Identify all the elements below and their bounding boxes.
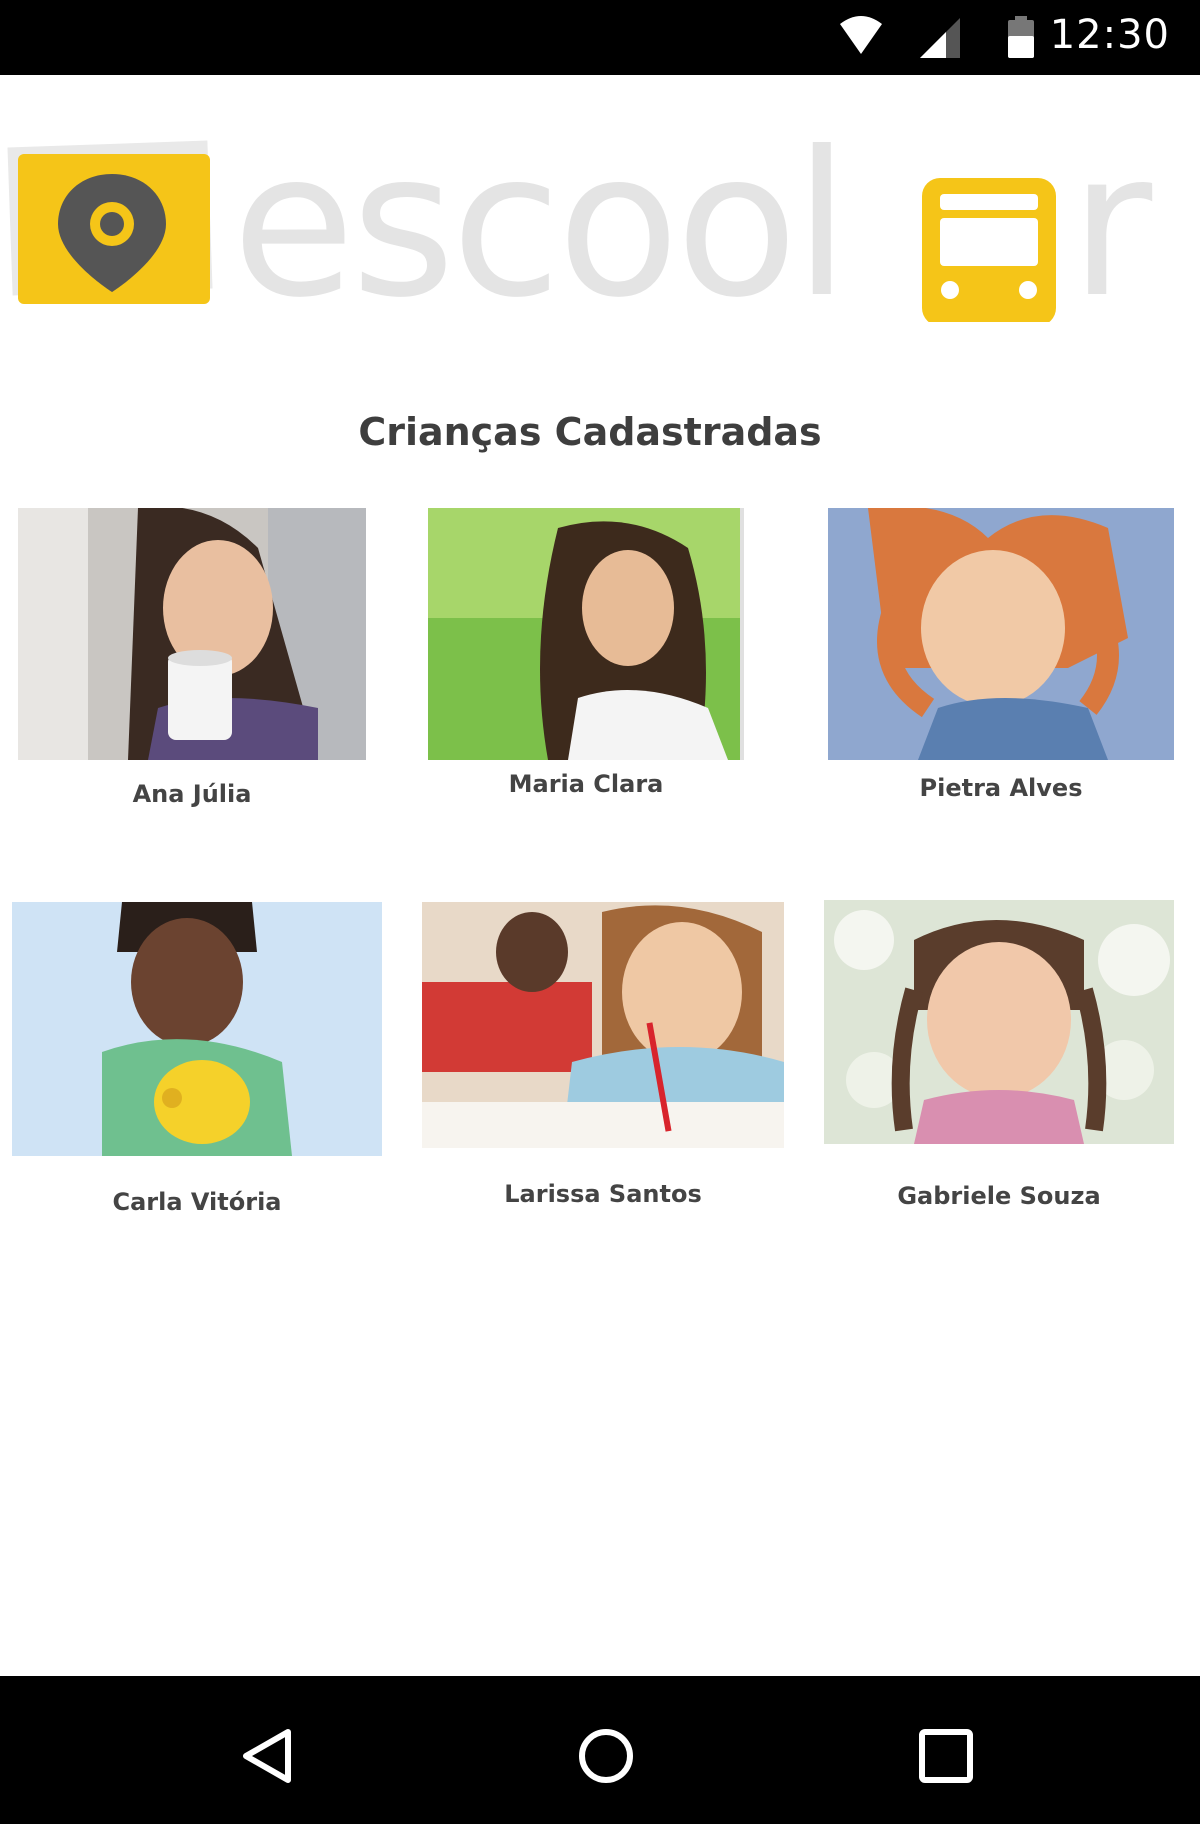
recents-icon[interactable] — [906, 1716, 986, 1796]
status-bar: 12:30 — [0, 0, 1200, 75]
child-photo — [824, 900, 1174, 1144]
child-name: Maria Clara — [508, 770, 664, 798]
child-photo — [422, 902, 784, 1148]
child-card[interactable]: Carla Vitória — [12, 902, 382, 1222]
child-photo — [428, 508, 744, 760]
child-name: Pietra Alves — [919, 774, 1083, 802]
child-photo — [12, 902, 382, 1156]
bus-icon — [922, 178, 1056, 334]
child-name: Carla Vitória — [112, 1188, 282, 1216]
child-card[interactable]: Larissa Santos — [422, 902, 784, 1214]
wifi-icon — [838, 16, 884, 61]
status-time: 12:30 — [1049, 12, 1170, 58]
battery-icon — [1006, 16, 1036, 65]
cell-signal-icon — [918, 16, 962, 65]
child-card[interactable]: Pietra Alves — [828, 508, 1174, 814]
navigation-bar — [0, 1676, 1200, 1824]
child-card[interactable]: Gabriele Souza — [824, 900, 1174, 1214]
child-name: Larissa Santos — [504, 1180, 702, 1208]
page-title: Crianças Cadastradas — [358, 410, 822, 454]
logo-text-end: r — [1070, 109, 1153, 322]
logo-text: escool — [232, 109, 846, 322]
app-logo: escool r — [0, 82, 1200, 342]
home-icon[interactable] — [566, 1716, 646, 1796]
child-card[interactable]: Maria Clara — [428, 508, 744, 808]
child-photo — [18, 508, 366, 760]
child-name: Ana Júlia — [132, 780, 252, 808]
child-card[interactable]: Ana Júlia — [18, 508, 366, 818]
child-photo — [828, 508, 1174, 760]
back-icon[interactable] — [228, 1716, 308, 1796]
child-name: Gabriele Souza — [897, 1182, 1101, 1210]
